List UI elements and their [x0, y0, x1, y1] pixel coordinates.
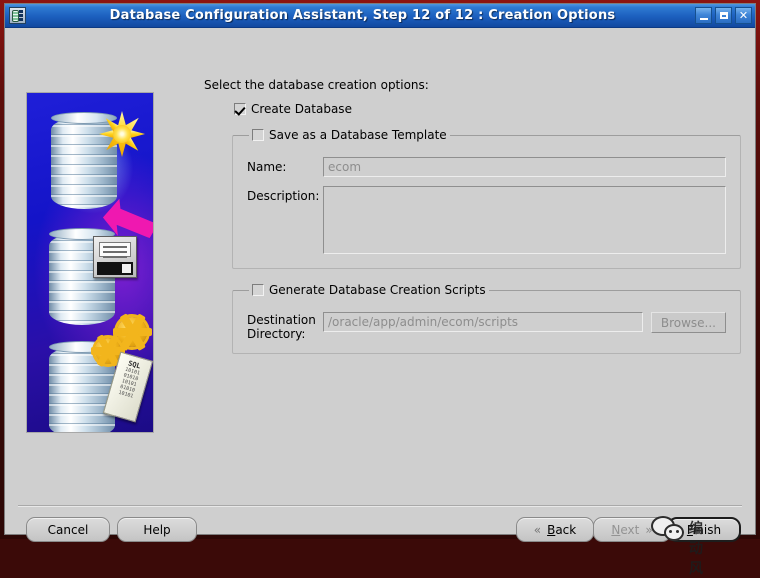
finish-button[interactable]: Finish	[667, 517, 741, 542]
floppy-label	[99, 242, 131, 258]
star-sparkle-icon	[99, 111, 145, 157]
button-bar: Cancel Help « Back Next » Finish	[5, 517, 755, 547]
save-template-checkbox[interactable]	[252, 129, 264, 141]
maximize-icon	[719, 12, 728, 19]
app-icon-dots	[19, 10, 23, 22]
create-database-checkbox-row[interactable]: Create Database	[234, 102, 741, 116]
save-template-group: Save as a Database Template Name: ecom D…	[232, 128, 741, 269]
application-window: Database Configuration Assistant, Step 1…	[0, 0, 760, 577]
destination-label-line2: Directory:	[247, 327, 306, 341]
template-name-input[interactable]: ecom	[323, 157, 726, 177]
back-label: Back	[547, 522, 577, 537]
floppy-disk-icon	[93, 236, 137, 278]
next-chevron-icon: »	[645, 522, 653, 537]
create-database-checkbox[interactable]	[234, 103, 246, 115]
template-description-input[interactable]	[323, 186, 726, 254]
close-icon: ✕	[738, 9, 749, 22]
window-title: Database Configuration Assistant, Step 1…	[109, 8, 616, 23]
minimize-icon	[699, 17, 708, 20]
destination-directory-label: Destination Directory:	[247, 312, 323, 341]
save-template-label: Save as a Database Template	[269, 128, 447, 142]
close-button[interactable]: ✕	[735, 7, 752, 24]
dbca-artwork-panel: SQL 10101 01010 10101 01010 10101	[26, 92, 154, 433]
window-controls: ✕	[695, 7, 752, 24]
app-icon-cylinder	[12, 10, 19, 22]
browse-button[interactable]: Browse...	[650, 312, 726, 333]
intro-text: Select the database creation options:	[204, 78, 429, 92]
template-name-label: Name:	[247, 160, 287, 174]
floppy-shutter	[97, 262, 133, 275]
minimize-button[interactable]	[695, 7, 712, 24]
help-button[interactable]: Help	[117, 517, 197, 542]
generate-scripts-legend: Generate Database Creation Scripts	[249, 283, 489, 297]
generate-scripts-label: Generate Database Creation Scripts	[269, 283, 486, 297]
window-inner: Database Configuration Assistant, Step 1…	[4, 3, 756, 577]
generate-scripts-group: Generate Database Creation Scripts Desti…	[232, 283, 741, 354]
generate-scripts-checkbox[interactable]	[252, 284, 264, 296]
destination-directory-input[interactable]: /oracle/app/admin/ecom/scripts	[323, 312, 643, 332]
create-database-label: Create Database	[251, 102, 352, 116]
next-label: Next	[611, 522, 640, 537]
back-chevron-icon: «	[533, 522, 542, 537]
destination-directory-row: Destination Directory: /oracle/app/admin…	[247, 312, 726, 341]
title-bar[interactable]: Database Configuration Assistant, Step 1…	[5, 4, 755, 28]
cancel-button[interactable]: Cancel	[26, 517, 110, 542]
next-button[interactable]: Next »	[593, 517, 671, 542]
template-description-label: Description:	[247, 189, 320, 203]
template-name-row: Name: ecom	[247, 157, 726, 177]
form-column: Select the database creation options: Cr…	[202, 78, 741, 354]
finish-label: Finish	[686, 522, 722, 537]
dialog-body: SQL 10101 01010 10101 01010 10101 Select the…	[5, 28, 755, 577]
footer-separator	[18, 505, 742, 507]
template-description-row: Description:	[247, 186, 726, 254]
save-template-legend: Save as a Database Template	[249, 128, 450, 142]
destination-label-line1: Destination	[247, 313, 316, 327]
maximize-button[interactable]	[715, 7, 732, 24]
back-button[interactable]: « Back	[516, 517, 594, 542]
gear-icon-large	[112, 313, 152, 351]
database-app-icon	[9, 7, 26, 24]
